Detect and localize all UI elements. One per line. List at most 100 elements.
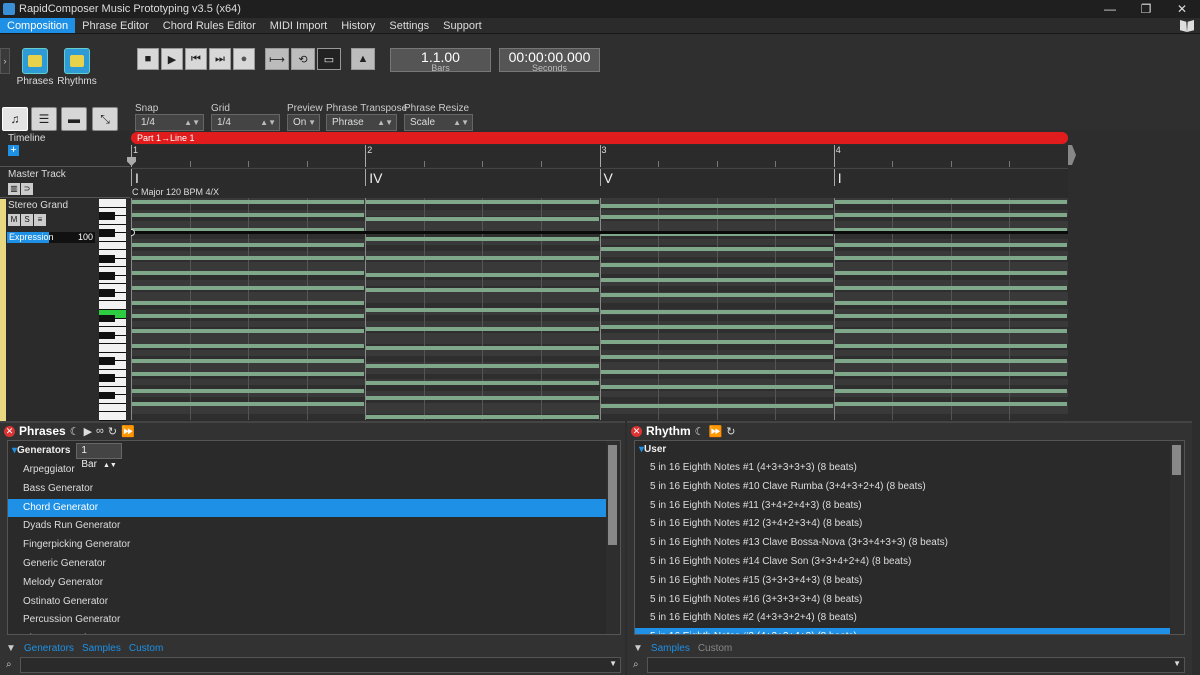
note[interactable] [366,363,599,368]
note[interactable] [366,380,599,385]
note[interactable] [366,273,599,278]
play-button[interactable]: ▶ [161,48,183,70]
phrase-item[interactable]: Dyads Run Generator [8,517,620,536]
piano-black-key[interactable] [99,357,115,366]
note[interactable] [600,385,833,390]
bar-ruler[interactable]: 1 2 3 4 [127,145,1068,167]
refresh-icon[interactable]: ↻ [108,425,117,438]
phrases-library-button[interactable]: Phrases [15,48,55,87]
link-icon[interactable]: ∞ [96,425,104,437]
rhythm-item[interactable]: 5 in 16 Eighth Notes #13 Clave Bossa-Nov… [635,534,1184,553]
phrase-item[interactable]: Bass Generator [8,480,620,499]
phrases-list[interactable]: ▾Generators 1 Bar ▲▼ Arpeggiator Bass Gene… [7,440,621,635]
tab-composition[interactable]: Composition [0,18,76,33]
note[interactable] [600,370,833,374]
piano-black-key[interactable] [99,229,115,237]
maximize-button[interactable]: ❐ [1128,0,1164,18]
note[interactable] [366,307,599,312]
fast-forward-icon[interactable]: ⏩ [121,425,135,438]
phrases-search-input[interactable]: ▼ [20,657,621,673]
note[interactable] [834,389,1067,394]
close-button[interactable]: ✕ [1164,0,1200,18]
piano-black-key[interactable] [99,289,115,297]
filter-icon[interactable]: ▼ [633,643,643,654]
phrase-item[interactable]: Generic Generator [8,555,620,574]
note[interactable] [600,324,833,329]
note[interactable] [132,314,365,319]
stop-button[interactable]: ■ [137,48,159,70]
group-generators[interactable]: ▾Generators [12,442,70,460]
list-mode-button[interactable]: ☰ [31,107,57,131]
rhythm-list[interactable]: ▾User 5 in 16 Eighth Notes #1 (4+3+3+3+3… [634,440,1185,635]
metronome-icon[interactable]: ▲ [351,48,375,70]
rhythm-item[interactable]: 5 in 16 Eighth Notes #12 (3+4+2+3+4) (8 … [635,515,1184,534]
piano-black-key[interactable] [99,212,115,220]
note[interactable] [834,359,1067,364]
phrase-item[interactable]: Ostinato Generator [8,593,620,612]
phrase-item[interactable]: Chord Generator [8,498,620,518]
filter-custom[interactable]: Custom [698,643,732,654]
range-icon[interactable]: ⟼ [265,48,289,70]
rhythm-item[interactable]: 5 in 16 Eighth Notes #10 Clave Rumba (3+… [635,478,1184,497]
chord-symbol[interactable]: IV [365,169,382,187]
note[interactable] [366,200,599,205]
note[interactable] [834,213,1067,218]
rhythm-item[interactable]: 5 in 16 Eighth Notes #3 (4+3+2+4+3) (8 b… [635,628,1184,634]
note[interactable] [132,301,365,306]
note[interactable] [600,215,833,220]
note[interactable] [132,329,365,334]
note[interactable] [132,389,365,394]
note[interactable] [600,354,833,359]
loop-small-icon[interactable]: ⊃ [21,182,33,195]
note[interactable] [366,395,599,400]
note[interactable] [366,256,599,261]
note[interactable] [366,288,599,293]
expand-panel-button[interactable]: › [0,48,10,74]
note[interactable] [366,327,599,331]
note[interactable] [366,415,599,420]
piano-key[interactable] [99,344,126,352]
note[interactable] [834,402,1067,407]
note[interactable] [132,200,365,205]
rhythm-item[interactable]: 5 in 16 Eighth Notes #2 (4+3+3+2+4) (8 b… [635,609,1184,628]
loop-icon[interactable]: ⟲ [291,48,315,70]
chord-symbol[interactable]: V [599,169,613,187]
piano-black-key[interactable] [99,331,115,340]
note[interactable] [132,344,365,349]
rhythm-search-input[interactable]: ▼ [647,657,1185,673]
book-icon[interactable] [1180,20,1194,32]
resize-select[interactable]: Scale ▲▼ [404,114,473,131]
chord-symbol[interactable]: I [833,169,842,187]
close-phrases-icon[interactable]: ✕ [4,425,15,437]
phrase-item[interactable]: Fingerpicking Generator [8,536,620,555]
tab-midi-import[interactable]: MIDI Import [263,18,334,33]
note[interactable] [132,359,365,364]
note[interactable] [600,339,833,344]
note[interactable] [834,372,1067,377]
phrase-item[interactable]: Phrase Container [8,630,620,634]
piano-roll-grid[interactable] [131,198,1068,420]
length-select[interactable]: 1 Bar ▲▼ [76,443,123,470]
chord-symbol[interactable]: I [131,169,139,187]
minimize-button[interactable]: — [1092,0,1128,18]
note[interactable] [834,271,1067,276]
curve-mode-button[interactable]: ⤡ [92,107,118,131]
piano-key[interactable] [99,403,126,412]
previous-button[interactable]: ⏮ [185,48,207,70]
note[interactable] [132,243,365,248]
expression-slider[interactable]: Expression 100 [7,232,95,243]
note[interactable] [834,286,1067,291]
transpose-select[interactable]: Phrase ▲▼ [326,114,397,131]
tab-history[interactable]: History [334,18,382,33]
rhythm-item[interactable]: 5 in 16 Eighth Notes #15 (3+3+3+4+3) (8 … [635,572,1184,591]
piano-icon[interactable]: ▥ [8,182,20,195]
moon-icon[interactable]: ☾ [70,425,80,438]
solo-button[interactable]: S [21,213,33,226]
piano-black-key[interactable] [99,272,115,280]
note[interactable] [600,309,833,314]
piano-keyboard[interactable] [99,199,126,421]
note[interactable] [834,344,1067,349]
refresh-icon[interactable]: ↻ [726,425,735,438]
note[interactable] [600,277,833,282]
next-button[interactable]: ⏭ [209,48,231,70]
